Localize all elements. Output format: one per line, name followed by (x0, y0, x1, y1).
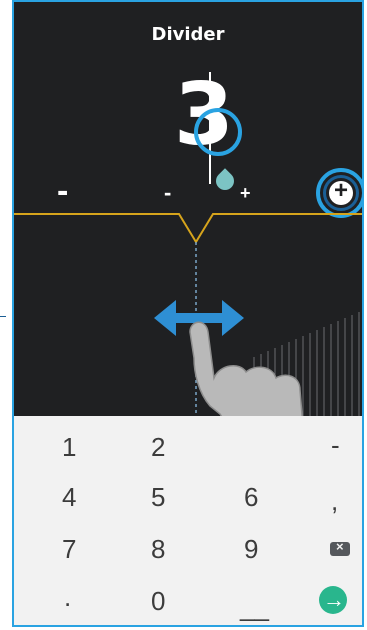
key-8[interactable]: 8 (151, 534, 165, 565)
key-6[interactable]: 6 (244, 482, 258, 513)
app-frame: Divider 3 - - + + 1 2 - 4 5 6 , 7 8 9 × … (12, 0, 364, 627)
backspace-x-icon: × (336, 539, 344, 554)
key-1[interactable]: 1 (62, 432, 76, 463)
key-minus[interactable]: - (331, 430, 340, 461)
backspace-icon[interactable]: × (330, 539, 350, 556)
numeric-keypad: 1 2 - 4 5 6 , 7 8 9 × . 0 __ (14, 416, 362, 625)
key-7[interactable]: 7 (62, 534, 76, 565)
key-dot[interactable]: . (64, 582, 71, 613)
go-button[interactable]: → (319, 586, 347, 614)
key-comma[interactable]: , (331, 486, 338, 517)
key-9[interactable]: 9 (244, 534, 258, 565)
arrow-right-icon: → (323, 587, 345, 612)
key-2[interactable]: 2 (151, 432, 165, 463)
edge-marker (0, 316, 6, 317)
key-4[interactable]: 4 (62, 482, 76, 513)
key-5[interactable]: 5 (151, 482, 165, 513)
key-space[interactable]: __ (240, 592, 269, 623)
key-0[interactable]: 0 (151, 586, 165, 617)
threshold-line (14, 213, 362, 244)
